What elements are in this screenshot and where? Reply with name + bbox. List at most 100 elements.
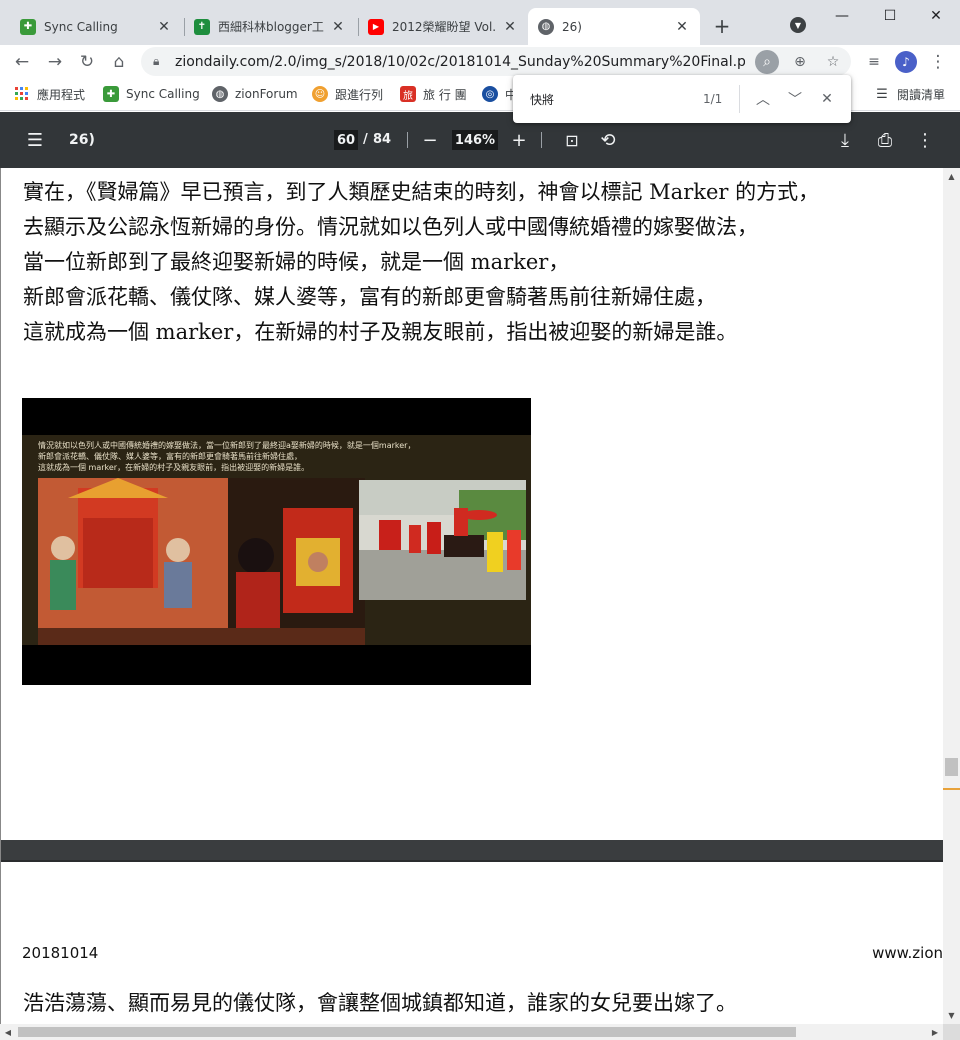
pdf-viewer[interactable]: 實在，《賢婦篇》早已預言，到了人類歷史結束的時刻，神會以標記 Marker 的方… [0,168,943,1024]
zoom-level-input[interactable]: 146% [452,130,498,150]
profile-button[interactable]: ♪ [893,49,919,75]
travel-icon: 旅 [400,86,416,102]
find-previous-button[interactable]: ︿ [751,87,775,111]
bookmark-travel[interactable]: 旅 旅 行 團 [400,84,467,104]
slide-caption-line: 新郎會派花轎、儀仗隊、媒人婆等，富有的新郎更會騎著馬前往新婦住處， [38,452,302,461]
close-icon[interactable]: ✕ [330,19,346,35]
minimize-button[interactable]: — [822,4,862,28]
horizontal-scrollbar[interactable]: ◀ ▶ [0,1024,943,1040]
globe-icon: ◍ [538,18,554,35]
more-vert-icon: ⋮ [916,129,934,151]
reload-button[interactable]: ↻ [74,49,100,75]
print-button[interactable]: ⎙ [873,128,897,152]
arrow-left-icon: ← [14,52,30,72]
print-icon: ⎙ [877,129,893,151]
playlist-icon: ≡ [868,54,880,70]
address-bar[interactable]: 🔒︎ ziondaily.com/2.0/img_s/2018/10/02c/2… [141,47,851,76]
find-match-marker [943,788,960,790]
bookmark-label: 旅 行 團 [423,87,467,102]
viewer-edge [0,168,1,1024]
menu-button[interactable]: ⋮ [925,49,951,75]
find-match-count: 1/1 [703,92,723,106]
pdf-menu-button[interactable]: ☰ [23,128,47,152]
scroll-down-icon[interactable]: ▼ [943,1007,960,1024]
minus-icon: − [422,129,438,151]
pdf-page: 20181014 www.zion 浩浩蕩蕩、顯而易見的儀仗隊，會讓整個城鎮都知… [1,862,943,1024]
tab-sync-calling[interactable]: ✚ Sync Calling ✕ [10,8,182,45]
fit-page-button[interactable]: ⊡ [560,128,584,152]
reading-list-icon: ☰ [876,86,888,102]
youtube-icon: ▶ [368,18,384,35]
bookmark-seal[interactable]: ◎ 中 [482,84,517,104]
close-icon[interactable]: ✕ [674,19,690,35]
body-text-line: 新郎會派花轎、儀仗隊、媒人婆等，富有的新郎更會騎著馬前往新婦住處， [23,285,716,309]
home-button[interactable]: ⌂ [106,49,132,75]
bookmark-sync-calling[interactable]: ✚ Sync Calling [103,84,200,104]
body-text-line: 浩浩蕩蕩、顯而易見的儀仗隊，會讓整個城鎮都知道，誰家的女兒要出嫁了。 [23,991,737,1015]
vertical-scrollbar[interactable]: ▲ ▼ [943,168,960,1024]
page-separator-gap [0,840,943,862]
maximize-button[interactable]: ☐ [870,4,910,28]
close-icon[interactable]: ✕ [502,19,518,35]
find-input[interactable]: 快將 [530,91,554,108]
zoom-icon[interactable]: ⊕ [788,50,812,74]
url-text[interactable]: ziondaily.com/2.0/img_s/2018/10/02c/2018… [175,54,745,70]
bookmark-apps[interactable]: 應用程式 [14,84,85,104]
chevron-down-icon: ﹀ [788,92,802,108]
apps-grid-icon [14,86,30,102]
rotate-button[interactable]: ⟲ [596,128,620,152]
tab-youtube[interactable]: ▶ 2012榮耀盼望 Vol.4 ✕ [358,8,528,45]
back-button[interactable]: ← [9,49,35,75]
star-icon[interactable]: ☆ [821,50,845,74]
avatar: ♪ [895,51,917,73]
close-icon: ✕ [930,8,942,24]
slide-caption: 情況就如以色列人或中國傳統婚禮的嫁娶做法，當一位新郎到了最終迎a娶新婦的時候，就… [38,440,415,473]
tab-blogger[interactable]: ✝ 西細科林blogger工 ✕ [184,8,356,45]
scroll-left-icon[interactable]: ◀ [0,1024,16,1040]
find-divider [739,85,740,113]
tab-title: Sync Calling [44,19,118,34]
scroll-thumb[interactable] [18,1027,796,1037]
maximize-icon: ☐ [883,8,897,24]
scrollbar-corner [943,1024,960,1040]
tab-title: 26) [562,19,582,34]
download-button[interactable]: ⤓ [833,128,857,152]
wedding-slide-image: 情況就如以色列人或中國傳統婚禮的嫁娶做法，當一位新郎到了最終迎a娶新婦的時候，就… [22,398,531,685]
page-number-input[interactable]: 60 [334,130,358,150]
cross-icon: ✝ [194,18,210,35]
new-tab-button[interactable]: + [710,14,734,38]
pdf-more-button[interactable]: ⋮ [913,128,937,152]
body-text-line: 這就成為一個 marker，在新婦的村子及親友眼前，指出被迎娶的新婦是誰。 [23,320,738,344]
bookmark-zionforum[interactable]: ◍ zionForum [212,84,298,104]
lens-icon[interactable]: ⌕ [755,50,779,74]
scroll-thumb[interactable] [945,758,958,776]
hamburger-icon: ☰ [26,129,44,151]
scroll-right-icon[interactable]: ▶ [927,1024,943,1040]
forward-button[interactable]: → [42,49,68,75]
rotate-icon: ⟲ [600,129,616,151]
find-close-button[interactable]: ✕ [815,87,839,111]
sync-calling-icon: ✚ [20,18,36,35]
tab-active-pdf[interactable]: ◍ 26) ✕ [528,8,700,45]
reading-list-label: 閱讀清單 [897,87,946,102]
close-window-button[interactable]: ✕ [916,4,956,28]
reload-icon: ↻ [79,52,95,72]
bookmark-label: Sync Calling [126,87,200,101]
media-control-button[interactable]: ≡ [861,49,887,75]
body-text-line: 實在，《賢婦篇》早已預言，到了人類歷史結束的時刻，神會以標記 Marker 的方… [23,180,820,204]
close-icon[interactable]: ✕ [156,19,172,35]
body-text-line: 去顯示及公認永恆新婦的身份。情況就如以色列人或中國傳統婚禮的嫁娶做法， [23,215,758,239]
find-next-button[interactable]: ﹀ [783,87,807,111]
tab-search-button[interactable]: ▼ [790,17,806,33]
close-icon: ✕ [821,91,833,107]
scroll-up-icon[interactable]: ▲ [943,168,960,185]
download-icon: ⤓ [841,129,849,151]
bookmark-follow[interactable]: ☺ 跟進行列 [312,84,383,104]
reading-list-button[interactable]: ☰ 閱讀清單 [874,84,945,104]
zoom-out-button[interactable]: − [418,128,442,152]
plus-icon: + [511,129,527,151]
tab-strip: ✚ Sync Calling ✕ ✝ 西細科林blogger工 ✕ ▶ 2012… [0,0,960,45]
bookmark-label: 應用程式 [37,87,86,102]
zoom-in-button[interactable]: + [507,128,531,152]
browser-toolbar: ← → ↻ ⌂ 🔒︎ ziondaily.com/2.0/img_s/2018/… [0,45,960,78]
